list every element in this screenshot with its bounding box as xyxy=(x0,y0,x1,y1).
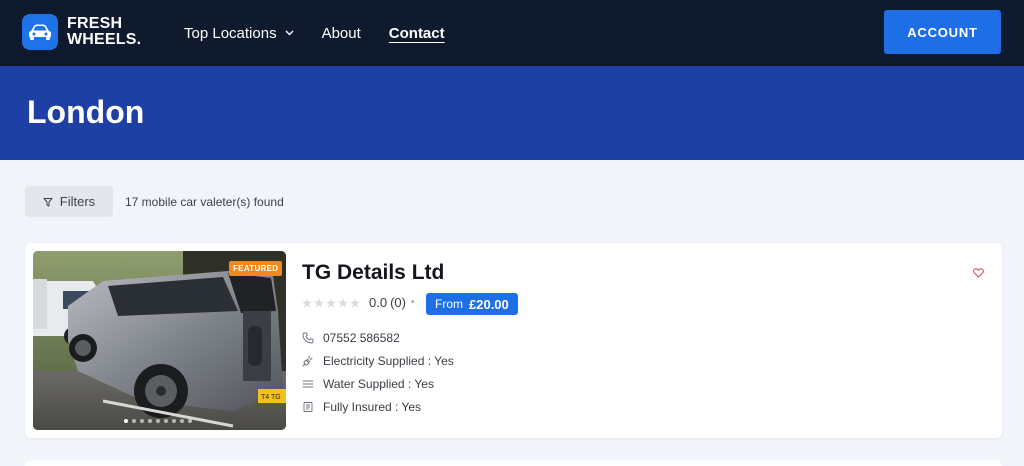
brand-line-2: WHEELS. xyxy=(67,31,142,48)
phone-row[interactable]: 07552 586582 xyxy=(302,331,400,345)
rating-count: (0) xyxy=(390,295,406,310)
filter-icon xyxy=(43,197,53,206)
star-icon xyxy=(350,298,360,307)
brand-logo[interactable]: FRESH WHEELS. xyxy=(22,14,141,50)
carousel-dot[interactable] xyxy=(172,419,176,423)
hero-banner: London xyxy=(0,66,1024,160)
rating: 0.0 (0) • xyxy=(302,295,414,310)
star-rating xyxy=(302,298,362,308)
carousel-dot[interactable] xyxy=(148,419,152,423)
feature-insured-label: Fully Insured : Yes xyxy=(323,400,422,414)
feature-insured: Fully Insured : Yes xyxy=(302,400,421,414)
feature-electricity-label: Electricity Supplied : Yes xyxy=(323,354,454,368)
star-icon xyxy=(338,298,348,307)
main-nav: Top Locations About Contact xyxy=(184,0,473,66)
top-navbar: FRESH WHEELS. Top Locations About Contac… xyxy=(0,0,1024,66)
listing-card-next xyxy=(25,460,1002,466)
featured-badge: FEATURED xyxy=(229,261,283,276)
star-icon xyxy=(314,298,324,307)
heart-icon[interactable] xyxy=(973,265,984,283)
chevron-down-icon xyxy=(285,30,294,36)
phone-icon xyxy=(302,332,314,344)
carousel-dot[interactable] xyxy=(188,419,192,423)
nav-top-locations-label: Top Locations xyxy=(184,24,277,42)
listing-title[interactable]: TG Details Ltd xyxy=(302,261,444,285)
document-icon xyxy=(303,402,313,412)
svg-text:T4 TG: T4 TG xyxy=(261,394,281,401)
listing-photo[interactable]: T4 TG FEATURED xyxy=(33,251,286,430)
filters-button[interactable]: Filters xyxy=(25,186,113,217)
account-button[interactable]: ACCOUNT xyxy=(884,10,1001,54)
star-icon xyxy=(326,298,336,307)
carousel-dot[interactable] xyxy=(180,419,184,423)
listing-card[interactable]: T4 TG FEATURED TG Details Ltd 0.0 (0) • … xyxy=(25,243,1002,438)
separator-dot: • xyxy=(410,297,415,308)
nav-about[interactable]: About xyxy=(322,25,361,42)
carousel-dots xyxy=(124,419,196,423)
price-badge: From £20.00 xyxy=(426,293,518,315)
rating-value: 0.0 xyxy=(369,295,388,310)
plug-icon xyxy=(302,355,313,367)
price-amount: £20.00 xyxy=(469,296,509,312)
carousel-dot[interactable] xyxy=(124,419,128,423)
water-icon xyxy=(302,380,314,388)
feature-electricity: Electricity Supplied : Yes xyxy=(302,354,454,368)
phone-number: 07552 586582 xyxy=(323,331,400,345)
car-icon xyxy=(22,14,58,50)
carousel-dot[interactable] xyxy=(156,419,160,423)
nav-top-locations[interactable]: Top Locations xyxy=(184,25,294,42)
price-prefix: From xyxy=(435,297,463,311)
car-photo: T4 TG xyxy=(33,251,286,430)
feature-water-label: Water Supplied : Yes xyxy=(323,377,434,391)
carousel-dot[interactable] xyxy=(132,419,136,423)
nav-contact[interactable]: Contact xyxy=(389,25,445,42)
brand-line-1: FRESH xyxy=(67,15,123,32)
carousel-dot[interactable] xyxy=(164,419,168,423)
star-icon xyxy=(302,298,312,307)
filters-label: Filters xyxy=(59,194,96,209)
page-title: London xyxy=(27,94,145,130)
carousel-dot[interactable] xyxy=(140,419,144,423)
results-count: 17 mobile car valeter(s) found xyxy=(125,195,284,209)
feature-water: Water Supplied : Yes xyxy=(302,377,434,391)
brand-name: FRESH WHEELS. xyxy=(67,16,141,48)
